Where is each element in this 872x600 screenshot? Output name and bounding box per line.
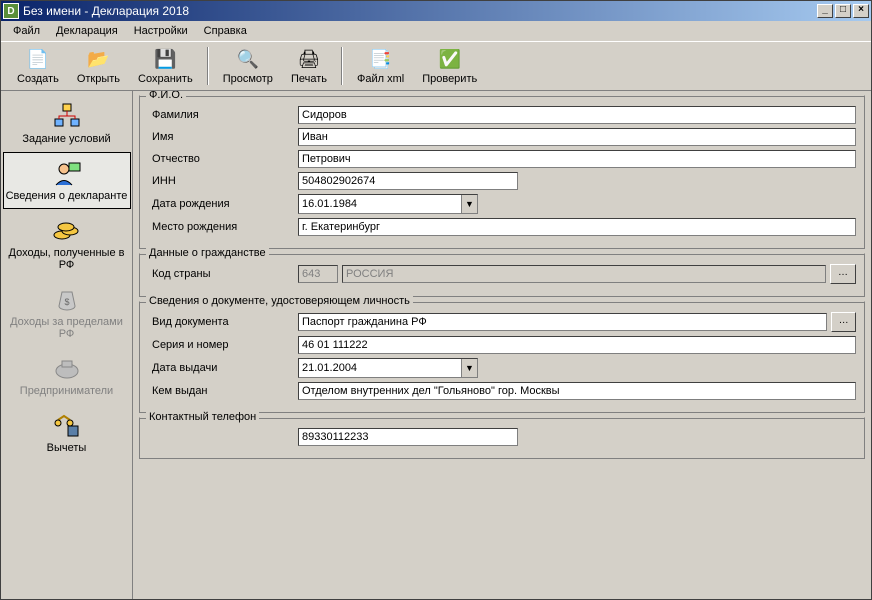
pob-input[interactable] <box>298 218 856 236</box>
sidebar-item-entrepreneurs: Предприниматели <box>3 347 131 404</box>
label-issued-by: Кем выдан <box>148 385 298 397</box>
country-code-input <box>298 265 338 283</box>
label-dob: Дата рождения <box>148 198 298 210</box>
inn-input[interactable] <box>298 172 518 190</box>
sidebar-item-label: Доходы за пределами РФ <box>6 316 128 340</box>
close-button[interactable]: × <box>853 4 869 18</box>
tool-check[interactable]: ✅ Проверить <box>414 45 485 87</box>
sidebar-item-label: Предприниматели <box>20 385 113 397</box>
open-folder-icon: 📂 <box>86 47 110 71</box>
phone-input[interactable] <box>298 428 518 446</box>
toolbar: 📄 Создать 📂 Открыть 💾 Сохранить 🔍 Просмо… <box>1 42 871 91</box>
tool-save[interactable]: 💾 Сохранить <box>130 45 201 87</box>
sidebar-item-label: Сведения о декларанте <box>6 190 128 202</box>
chevron-down-icon[interactable]: ▼ <box>461 359 477 377</box>
sidebar-item-conditions[interactable]: Задание условий <box>3 95 131 152</box>
dob-combo[interactable]: ▼ <box>298 194 478 214</box>
menubar: Файл Декларация Настройки Справка <box>1 21 871 42</box>
group-phone: Контактный телефон <box>139 417 865 459</box>
save-icon: 💾 <box>153 47 177 71</box>
issued-by-input[interactable] <box>298 382 856 400</box>
doc-type-input[interactable] <box>298 313 827 331</box>
check-icon: ✅ <box>438 47 462 71</box>
tool-preview[interactable]: 🔍 Просмотр <box>215 45 281 87</box>
surname-input[interactable] <box>298 106 856 124</box>
briefcase-icon <box>51 354 83 382</box>
xml-file-icon: 📑 <box>369 47 393 71</box>
label-series-number: Серия и номер <box>148 339 298 351</box>
label-pob: Место рождения <box>148 221 298 233</box>
menu-file[interactable]: Файл <box>7 23 46 39</box>
app-icon: D <box>3 3 19 19</box>
body: Задание условий Сведения о декларанте До… <box>1 91 871 599</box>
label-country-code: Код страны <box>148 268 298 280</box>
toolbar-separator <box>341 47 343 85</box>
org-chart-icon <box>51 102 83 130</box>
app-window: D Без имени - Декларация 2018 _ □ × Файл… <box>0 0 872 600</box>
menu-settings[interactable]: Настройки <box>128 23 194 39</box>
tool-open[interactable]: 📂 Открыть <box>69 45 128 87</box>
label-doc-type: Вид документа <box>148 316 298 328</box>
print-icon: 🖨 <box>297 47 321 71</box>
label-patronymic: Отчество <box>148 153 298 165</box>
tool-print[interactable]: 🖨 Печать <box>283 45 335 87</box>
label-issue-date: Дата выдачи <box>148 362 298 374</box>
scales-calc-icon <box>51 411 83 439</box>
money-bag-icon: $ <box>51 285 83 313</box>
preview-icon: 🔍 <box>236 47 260 71</box>
titlebar: D Без имени - Декларация 2018 _ □ × <box>1 1 871 21</box>
tool-create[interactable]: 📄 Создать <box>9 45 67 87</box>
chevron-down-icon[interactable]: ▼ <box>461 195 477 213</box>
country-lookup-button[interactable]: … <box>830 264 856 284</box>
group-title: Контактный телефон <box>146 411 259 423</box>
group-title: Ф.И.О. <box>146 91 186 101</box>
svg-text:$: $ <box>64 297 69 307</box>
name-input[interactable] <box>298 128 856 146</box>
coins-icon <box>51 216 83 244</box>
new-file-icon: 📄 <box>26 47 50 71</box>
group-title: Данные о гражданстве <box>146 247 269 259</box>
tool-filexml[interactable]: 📑 Файл xml <box>349 45 412 87</box>
window-title: Без имени - Декларация 2018 <box>23 4 817 18</box>
maximize-button[interactable]: □ <box>835 4 851 18</box>
menu-declaration[interactable]: Декларация <box>50 23 124 39</box>
issue-date-input[interactable] <box>299 359 461 377</box>
dob-input[interactable] <box>299 195 461 213</box>
sidebar-item-label: Доходы, полученные в РФ <box>6 247 128 271</box>
sidebar-item-deductions[interactable]: Вычеты <box>3 404 131 461</box>
form-area: Ф.И.О. Фамилия Имя Отчество ИНН <box>133 91 871 599</box>
menu-help[interactable]: Справка <box>198 23 253 39</box>
label-name: Имя <box>148 131 298 143</box>
group-citizenship: Данные о гражданстве Код страны … <box>139 253 865 297</box>
person-card-icon <box>51 159 83 187</box>
sidebar-item-declarant[interactable]: Сведения о декларанте <box>3 152 131 209</box>
group-fio: Ф.И.О. Фамилия Имя Отчество ИНН <box>139 95 865 249</box>
sidebar-item-label: Задание условий <box>22 133 110 145</box>
group-title: Сведения о документе, удостоверяющем лич… <box>146 295 413 307</box>
group-identity: Сведения о документе, удостоверяющем лич… <box>139 301 865 413</box>
country-name-input <box>342 265 826 283</box>
patronymic-input[interactable] <box>298 150 856 168</box>
toolbar-separator <box>207 47 209 85</box>
label-inn: ИНН <box>148 175 298 187</box>
label-surname: Фамилия <box>148 109 298 121</box>
issue-date-combo[interactable]: ▼ <box>298 358 478 378</box>
sidebar-item-income-rf[interactable]: Доходы, полученные в РФ <box>3 209 131 278</box>
sidebar-item-income-foreign: $ Доходы за пределами РФ <box>3 278 131 347</box>
series-number-input[interactable] <box>298 336 856 354</box>
sidebar-item-label: Вычеты <box>47 442 87 454</box>
sidebar: Задание условий Сведения о декларанте До… <box>1 91 133 599</box>
minimize-button[interactable]: _ <box>817 4 833 18</box>
doc-type-lookup-button[interactable]: … <box>831 312 856 332</box>
